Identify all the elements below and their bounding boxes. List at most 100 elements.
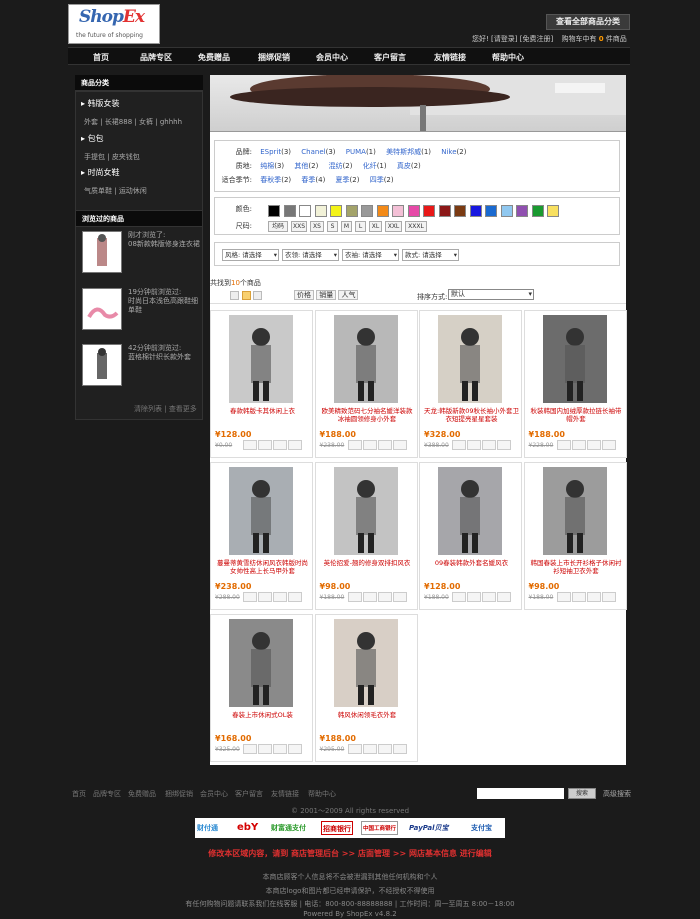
brand-filter-nike[interactable]: Nike(2) [441, 148, 466, 156]
history-thumbnail[interactable] [82, 231, 122, 273]
size-option[interactable]: XS [310, 221, 324, 232]
subcategory-link[interactable]: 外套 [84, 118, 98, 126]
footer-link[interactable]: 客户留言 [235, 789, 263, 799]
season-filter-option[interactable]: 四季(2) [370, 176, 394, 184]
size-option[interactable]: L [355, 221, 366, 232]
color-swatch[interactable] [500, 205, 513, 217]
color-swatch[interactable] [423, 205, 435, 217]
subcategory-link[interactable]: 运动休闲 [119, 187, 147, 195]
category-group[interactable]: ▸ 包包 [81, 133, 104, 144]
history-name[interactable]: 时尚日本浅色高跟鞋细单鞋 [128, 297, 200, 315]
add-to-cart-icon[interactable] [452, 440, 466, 450]
register-link[interactable]: [免费注册] [520, 35, 553, 43]
compare-icon[interactable] [601, 592, 616, 602]
size-option[interactable]: S [327, 221, 338, 232]
product-card[interactable]: 欧美精致范码七分袖名媛洋装款冰袖圆领修身小外套 ¥188.00 ¥238.00 [314, 310, 418, 458]
zoom-icon[interactable] [377, 440, 392, 450]
nav-home[interactable]: 首页 [93, 52, 109, 63]
product-name[interactable]: 韩风休闲领毛衣外套 [319, 711, 416, 719]
add-to-cart-icon[interactable] [452, 592, 466, 602]
all-categories-button[interactable]: 查看全部商品分类 [546, 14, 630, 30]
zoom-icon[interactable] [482, 592, 496, 602]
sort-sales-button[interactable]: 销量 [316, 290, 337, 300]
text-view-icon[interactable] [253, 291, 263, 300]
add-to-cart-icon[interactable] [347, 744, 362, 754]
material-filter-option[interactable]: 其他(2) [294, 162, 318, 170]
product-image[interactable] [229, 315, 293, 403]
season-filter-option[interactable]: 夏季(2) [336, 176, 360, 184]
product-image[interactable] [438, 315, 502, 403]
add-to-cart-icon[interactable] [243, 744, 257, 754]
add-to-cart-icon[interactable] [347, 440, 362, 450]
color-swatch[interactable] [531, 205, 544, 217]
product-image[interactable] [542, 315, 607, 403]
subcategory-link[interactable]: 皮夹钱包 [112, 153, 140, 161]
footer-search-input[interactable] [477, 788, 564, 799]
attribute-dropdown[interactable]: 款式: 请选择 ▾ [402, 249, 459, 261]
subcategory-link[interactable]: 长裙888 [105, 118, 132, 126]
footer-link[interactable]: 友情链接 [271, 789, 299, 799]
history-name[interactable]: 蓝格棉针织长款外套 [128, 353, 200, 362]
zoom-icon[interactable] [586, 592, 601, 602]
history-item[interactable]: 刚才浏览了: 08新款韩版修身连衣裙 [82, 231, 200, 275]
nav-bundles[interactable]: 捆绑促销 [258, 52, 290, 63]
color-swatch[interactable] [392, 205, 404, 217]
product-image[interactable] [333, 619, 398, 707]
favorite-icon[interactable] [362, 440, 377, 450]
footer-link[interactable]: 免费赠品 [128, 789, 156, 799]
nav-brands[interactable]: 品牌专区 [140, 52, 172, 63]
shopex-logo[interactable]: ShopEx the future of shopping [68, 4, 160, 44]
nav-help[interactable]: 帮助中心 [492, 52, 524, 63]
footer-link[interactable]: 品牌专区 [93, 789, 121, 799]
zoom-icon[interactable] [273, 440, 287, 450]
nav-member[interactable]: 会员中心 [316, 52, 348, 63]
color-swatch[interactable] [330, 205, 342, 217]
color-swatch[interactable] [469, 205, 482, 217]
add-to-cart-icon[interactable] [556, 440, 571, 450]
history-thumbnail[interactable] [82, 288, 122, 330]
brand-filter-chanel[interactable]: Chanel(3) [301, 148, 335, 156]
color-swatch[interactable] [345, 205, 358, 217]
product-card[interactable]: 秋装韩国内加绒厚款拉链长袖带帽外套 ¥188.00 ¥228.00 [523, 310, 627, 458]
attribute-dropdown[interactable]: 衣袖: 请选择 ▾ [342, 249, 399, 261]
nav-messages[interactable]: 客户留言 [374, 52, 406, 63]
favorite-icon[interactable] [362, 592, 377, 602]
compare-icon[interactable] [392, 440, 407, 450]
season-filter-option[interactable]: 春季(4) [301, 176, 325, 184]
cart-count[interactable]: 0 [599, 35, 604, 43]
subcategory-link[interactable]: 手提包 [84, 153, 105, 161]
history-item[interactable]: 42分钟前浏览过: 蓝格棉针织长款外套 [82, 344, 198, 388]
compare-icon[interactable] [288, 440, 302, 450]
size-option[interactable]: M [341, 221, 352, 232]
material-filter-option[interactable]: 混纺(2) [329, 162, 353, 170]
product-name[interactable]: 春款韩版卡其休闲上衣 [214, 407, 311, 415]
nav-links[interactable]: 友情链接 [434, 52, 466, 63]
product-card[interactable]: 韩国春装上市长开衫格子休闲衬衫短袖卫衣外套 ¥98.00 ¥188.00 [523, 462, 627, 610]
product-name[interactable]: 09春装韩款外套名媛风衣 [423, 559, 520, 567]
size-option[interactable]: XXS [291, 221, 307, 232]
history-item[interactable]: 19分钟前浏览过: 时尚日本浅色高跟鞋细单鞋 [82, 288, 198, 332]
color-swatch[interactable] [454, 205, 466, 217]
footer-link[interactable]: 捆绑促销 [165, 789, 193, 799]
product-card[interactable]: 09春装韩款外套名媛风衣 ¥128.00 ¥188.00 [419, 462, 522, 610]
compare-icon[interactable] [392, 744, 407, 754]
brand-filter-puma[interactable]: PUMA(1) [346, 148, 376, 156]
add-to-cart-icon[interactable] [243, 440, 257, 450]
nav-gifts[interactable]: 免费赠品 [198, 52, 230, 63]
history-thumbnail[interactable] [82, 344, 122, 386]
zoom-icon[interactable] [377, 592, 392, 602]
color-swatch[interactable] [485, 205, 497, 217]
zoom-icon[interactable] [586, 440, 601, 450]
color-swatch[interactable] [268, 205, 280, 217]
product-name[interactable]: 天龙:韩版新款09秋长袖小外套卫衣短提亮星星套装 [423, 407, 520, 423]
color-swatch[interactable] [361, 205, 373, 217]
product-card[interactable]: 春款韩版卡其休闲上衣 ¥128.00 ¥0.00 [210, 310, 313, 458]
list-view-icon[interactable] [230, 291, 239, 300]
attribute-dropdown[interactable]: 风格: 请选择 ▾ [222, 249, 279, 261]
size-option[interactable]: XXXL [405, 221, 427, 232]
size-option[interactable]: 均码 [268, 221, 288, 232]
favorite-icon[interactable] [571, 440, 586, 450]
size-option[interactable]: XXL [385, 221, 402, 232]
footer-link[interactable]: 会员中心 [200, 789, 228, 799]
subcategory-link[interactable]: ghhhh [160, 118, 182, 126]
